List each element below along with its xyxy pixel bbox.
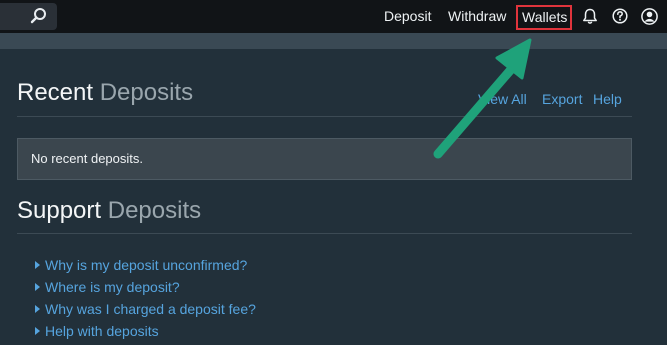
heading-main: Recent (17, 79, 94, 106)
support-link-help[interactable]: Help with deposits (35, 323, 256, 345)
empty-message: No recent deposits. (31, 151, 144, 166)
nav-deposit-link[interactable]: Deposit (384, 8, 431, 24)
help-link[interactable]: Help (593, 91, 622, 107)
divider (17, 116, 632, 117)
nav-withdraw-link[interactable]: Withdraw (448, 8, 506, 24)
heading-light: Deposits (99, 79, 194, 106)
support-link-unconfirmed[interactable]: Why is my deposit unconfirmed? (35, 257, 256, 279)
support-links-list: Why is my deposit unconfirmed? Where is … (35, 257, 256, 345)
help-icon[interactable] (612, 8, 628, 24)
heading-main: Support (17, 197, 102, 224)
recent-deposits-panel: No recent deposits. (17, 138, 632, 180)
support-link-fee[interactable]: Why was I charged a deposit fee? (35, 301, 256, 323)
recent-deposits-heading: Recent Deposits (17, 79, 193, 107)
caret-right-icon (35, 283, 40, 291)
caret-right-icon (35, 305, 40, 313)
top-navigation-bar: Deposit Withdraw Wallets (0, 0, 667, 33)
view-all-link[interactable]: View All (478, 91, 527, 107)
support-link-label: Why was I charged a deposit fee? (45, 301, 256, 317)
caret-right-icon (35, 261, 40, 269)
search-button[interactable] (0, 3, 57, 30)
caret-right-icon (35, 327, 40, 335)
support-link-label: Help with deposits (45, 323, 159, 339)
divider (17, 233, 632, 234)
bell-icon[interactable] (582, 8, 598, 25)
heading-light: Deposits (107, 197, 202, 224)
support-link-label: Where is my deposit? (45, 279, 180, 295)
export-link[interactable]: Export (542, 91, 582, 107)
sub-header-bar (0, 33, 667, 49)
search-icon (30, 8, 46, 24)
support-deposits-heading: Support Deposits (17, 197, 201, 225)
nav-wallets-link[interactable]: Wallets (516, 5, 573, 30)
support-link-where[interactable]: Where is my deposit? (35, 279, 256, 301)
account-icon[interactable] (641, 8, 658, 25)
support-link-label: Why is my deposit unconfirmed? (45, 257, 248, 273)
